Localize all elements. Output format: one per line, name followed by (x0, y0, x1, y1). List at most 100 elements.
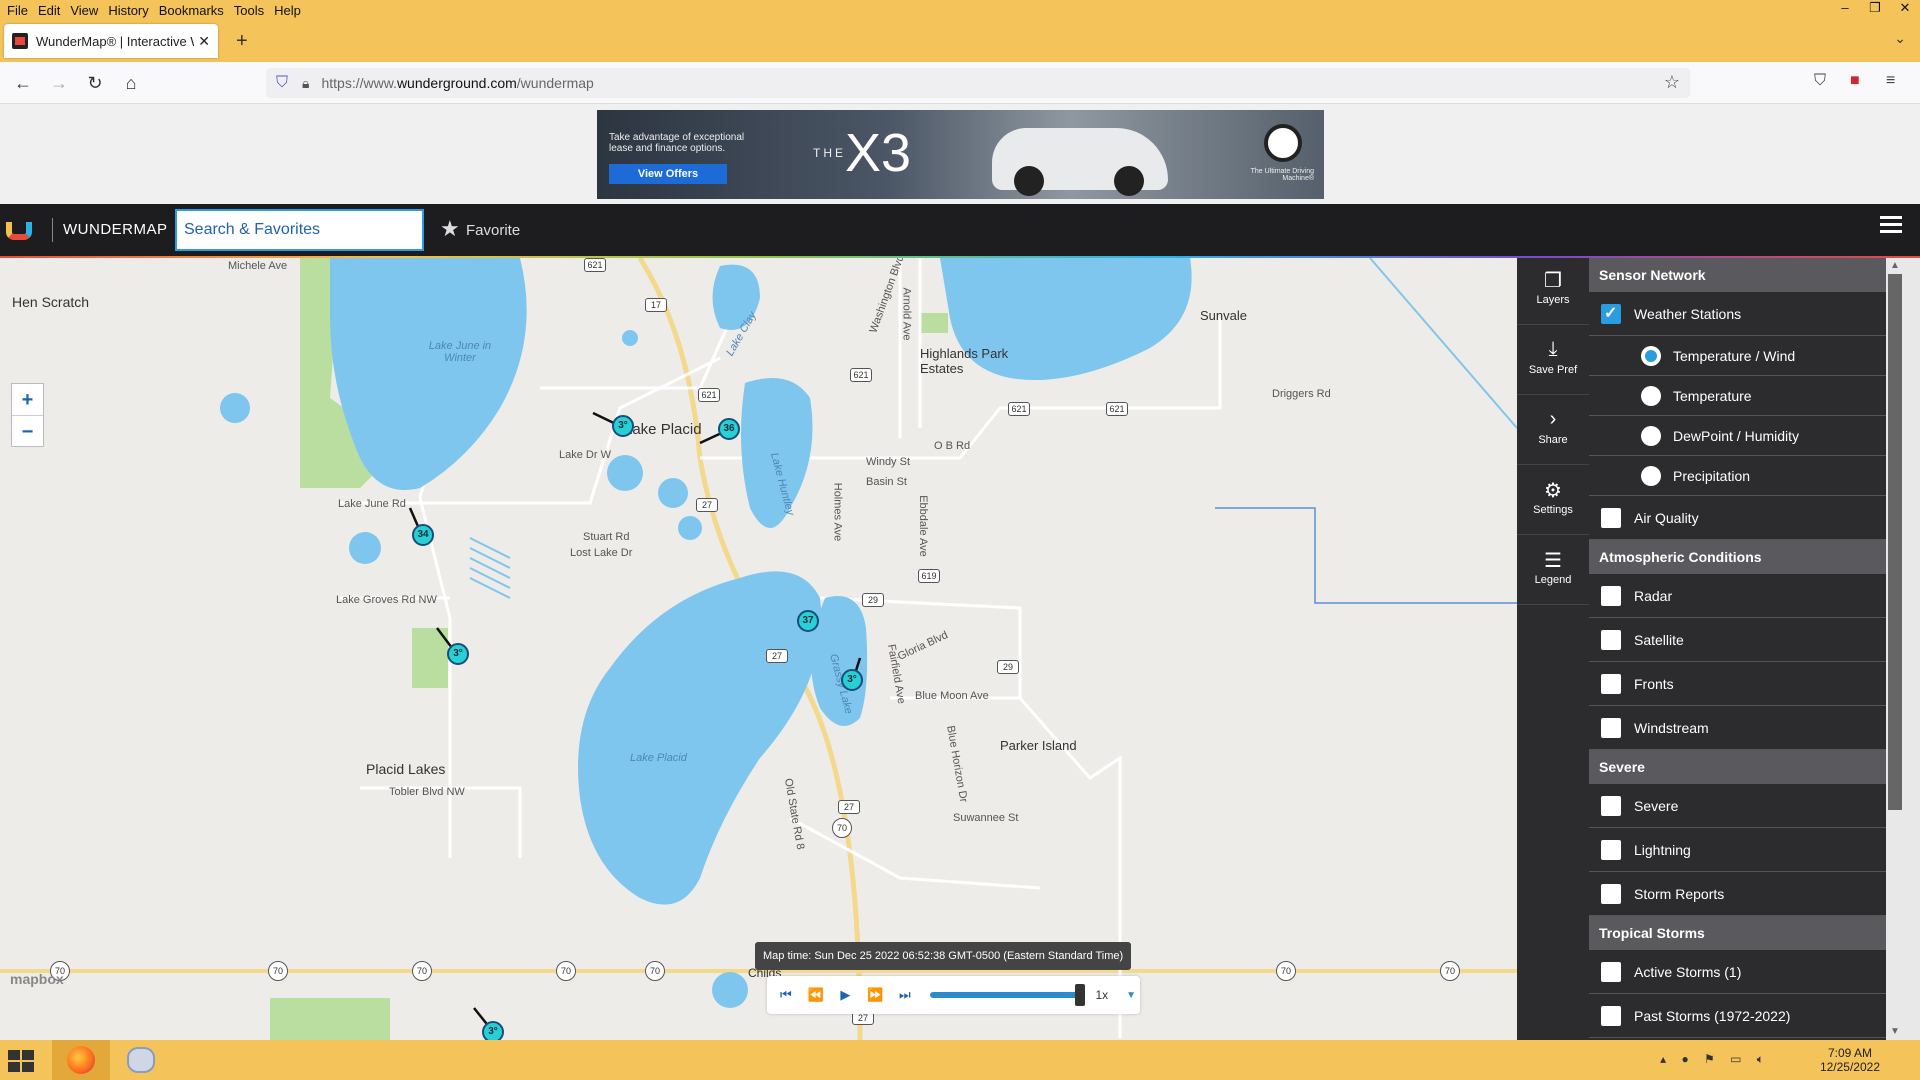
weather-station-marker[interactable]: 34 (412, 524, 434, 546)
layer-satellite[interactable]: Satellite (1589, 618, 1886, 662)
favorite-label[interactable]: Favorite (466, 222, 520, 239)
dewpoint-humidity-radio[interactable] (1641, 425, 1661, 446)
menu-file[interactable]: File (7, 3, 28, 18)
gear-icon: ⚙ (1544, 480, 1562, 502)
address-bar[interactable]: ⛉ 🔒︎ https://www.wunderground.com/wunder… (266, 68, 1690, 98)
precipitation-radio[interactable] (1641, 465, 1661, 486)
option-temperature-wind[interactable]: Temperature / Wind (1589, 336, 1886, 376)
menu-edit[interactable]: Edit (38, 3, 60, 18)
bookmark-star-icon[interactable]: ☆ (1664, 72, 1680, 93)
layer-windstream[interactable]: Windstream (1589, 706, 1886, 750)
toolbar-layers-button[interactable]: ❐ Layers (1517, 258, 1589, 325)
radar-checkbox[interactable] (1601, 585, 1621, 606)
restore-button[interactable]: ❐ (1860, 0, 1890, 20)
map-canvas[interactable]: Hen Scratch Michele Ave Lake June in Win… (0, 258, 1517, 1040)
windstream-checkbox[interactable] (1601, 717, 1621, 738)
bmw-logo-icon (1264, 124, 1302, 162)
layer-radar[interactable]: Radar (1589, 574, 1886, 618)
wu-logo-icon[interactable] (6, 216, 46, 244)
extension-icon[interactable]: ■ (1850, 72, 1860, 90)
option-temperature[interactable]: Temperature (1589, 376, 1886, 416)
bmw-ad-banner[interactable]: Take advantage of exceptional lease and … (597, 110, 1324, 199)
system-tray-icons[interactable]: ▴ ● ⚑ ▭ 🔈︎ (1660, 1052, 1770, 1067)
mapbox-attribution[interactable]: mapbox (10, 971, 64, 987)
toolbar-legend-button[interactable]: ☰ Legend (1517, 538, 1589, 605)
severe-checkbox[interactable] (1601, 795, 1621, 816)
layer-severe[interactable]: Severe (1589, 784, 1886, 828)
play-icon[interactable]: ▶ (831, 980, 861, 1010)
weather-stations-checkbox[interactable] (1601, 303, 1621, 324)
toolbar-share-button[interactable]: › Share (1517, 398, 1589, 465)
lightning-checkbox[interactable] (1601, 839, 1621, 860)
back-arrow-icon[interactable]: ← (10, 70, 36, 96)
option-precipitation[interactable]: Precipitation (1589, 456, 1886, 496)
windows-start-icon[interactable] (8, 1050, 38, 1072)
zoom-out-button[interactable]: − (12, 416, 43, 448)
tab-wundermap[interactable]: WunderMap® | Interactive We ✕ (4, 24, 218, 58)
layer-weather-stations[interactable]: Weather Stations (1589, 292, 1886, 336)
layer-air-quality[interactable]: Air Quality (1589, 496, 1886, 540)
menu-help[interactable]: Help (274, 3, 301, 18)
weather-station-marker[interactable]: 37 (797, 610, 819, 632)
close-tab-icon[interactable]: ✕ (198, 33, 210, 50)
taskbar-paint[interactable] (112, 1040, 170, 1080)
layer-lightning[interactable]: Lightning (1589, 828, 1886, 872)
weather-station-marker[interactable]: 3° (612, 415, 634, 437)
skip-forward-icon[interactable]: ⏭ (890, 980, 920, 1010)
fast-forward-icon[interactable]: ⏩ (860, 980, 890, 1010)
taskbar-firefox[interactable] (52, 1040, 110, 1080)
toolbar-settings-button[interactable]: ⚙ Settings (1517, 468, 1589, 535)
slider-handle[interactable] (1075, 984, 1086, 1006)
zoom-in-button[interactable]: + (12, 384, 43, 416)
layer-active-storms[interactable]: Active Storms (1) (1589, 950, 1886, 994)
street-label: Ebbdale Ave (916, 495, 929, 557)
temperature-radio[interactable] (1641, 385, 1661, 406)
weather-station-marker[interactable]: 3° (841, 669, 863, 691)
storm-reports-checkbox[interactable] (1601, 883, 1621, 904)
close-window-button[interactable]: ✕ (1890, 0, 1920, 20)
system-clock[interactable]: 7:09 AM 12/25/2022 (1820, 1046, 1880, 1074)
active-storms-checkbox[interactable] (1601, 961, 1621, 982)
air-quality-checkbox[interactable] (1601, 507, 1621, 528)
layer-storm-reports[interactable]: Storm Reports (1589, 872, 1886, 916)
past-storms-checkbox[interactable] (1601, 1005, 1621, 1026)
fronts-checkbox[interactable] (1601, 673, 1621, 694)
option-dewpoint-humidity[interactable]: DewPoint / Humidity (1589, 416, 1886, 456)
skip-back-icon[interactable]: ⏮ (771, 980, 801, 1010)
scroll-up-icon[interactable]: ▲ (1888, 260, 1902, 271)
speed-select[interactable]: 1x (1095, 988, 1108, 1002)
new-tab-button[interactable]: + (236, 30, 248, 53)
panel-scrollbar[interactable]: ▲ ▼ (1886, 258, 1920, 1040)
temperature-wind-radio[interactable] (1641, 345, 1661, 366)
scroll-down-icon[interactable]: ▼ (1888, 1026, 1902, 1037)
satellite-checkbox[interactable] (1601, 629, 1621, 650)
weather-station-marker[interactable]: 3° (482, 1021, 504, 1040)
list-tabs-chevron-icon[interactable]: ⌄ (1894, 30, 1906, 47)
search-input[interactable] (175, 209, 424, 251)
rewind-icon[interactable]: ⏪ (801, 980, 831, 1010)
speed-caret-icon[interactable]: ▼ (1126, 990, 1136, 1001)
favorite-star-icon[interactable]: ★ (440, 216, 460, 242)
pocket-icon[interactable]: ⛉ (1814, 72, 1826, 90)
menu-tools[interactable]: Tools (234, 3, 264, 18)
layer-fronts[interactable]: Fronts (1589, 662, 1886, 706)
scrollbar-thumb[interactable] (1888, 274, 1902, 810)
forward-arrow-icon[interactable]: → (46, 70, 72, 96)
toolbar-save-pref-button[interactable]: ⤓ Save Pref (1517, 328, 1589, 395)
weather-station-marker[interactable]: 3° (447, 643, 469, 665)
app-menu-icon[interactable]: ≡ (1886, 72, 1895, 90)
menu-bookmarks[interactable]: Bookmarks (159, 3, 224, 18)
lock-icon[interactable]: 🔒︎ (302, 75, 309, 92)
layer-past-storms[interactable]: Past Storms (1972-2022) (1589, 994, 1886, 1038)
ad-view-offers-button[interactable]: View Offers (609, 164, 727, 184)
time-slider[interactable] (929, 984, 1086, 1006)
menu-history[interactable]: History (108, 3, 148, 18)
minimize-button[interactable]: – (1830, 0, 1860, 20)
home-icon[interactable]: ⌂ (118, 70, 144, 96)
weather-station-marker[interactable]: 36 (718, 418, 740, 440)
hamburger-menu-icon[interactable] (1880, 216, 1902, 234)
reload-icon[interactable]: ↻ (82, 70, 108, 96)
animation-player: ⏮ ⏪ ▶ ⏩ ⏭ 1x ▼ (767, 976, 1140, 1014)
tracking-shield-icon[interactable]: ⛉ (276, 74, 288, 92)
menu-view[interactable]: View (70, 3, 98, 18)
